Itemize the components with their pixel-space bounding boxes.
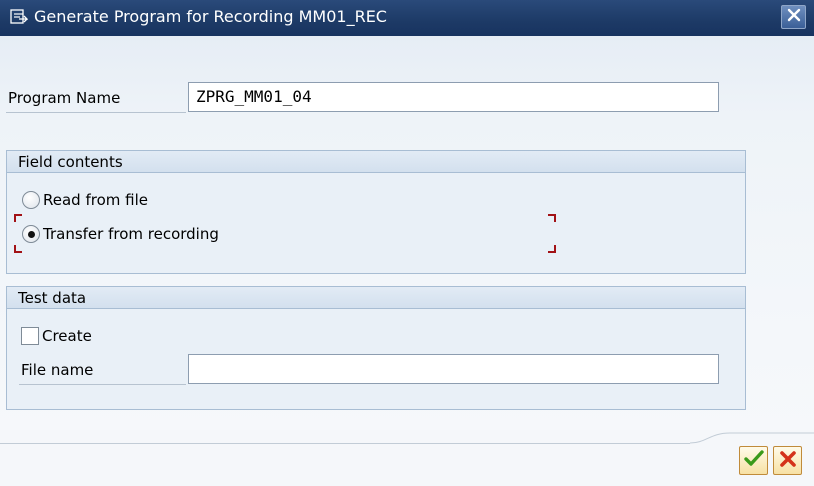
window-title: Generate Program for Recording MM01_REC <box>34 7 387 26</box>
title-bar: Generate Program for Recording MM01_REC <box>0 0 814 36</box>
divider <box>6 112 186 113</box>
field-contents-header: Field contents <box>7 151 745 173</box>
test-data-title: Test data <box>18 289 87 307</box>
read-from-file-radio[interactable] <box>22 191 40 209</box>
file-name-label: File name <box>21 361 94 379</box>
focus-marker <box>548 245 556 253</box>
cancel-button[interactable] <box>773 446 802 475</box>
file-name-input[interactable] <box>188 354 719 384</box>
confirm-button[interactable] <box>739 446 768 475</box>
close-button[interactable] <box>781 5 806 29</box>
checkmark-icon <box>743 449 764 472</box>
focus-marker <box>548 214 556 222</box>
program-name-input[interactable]: ZPRG_MM01_04 <box>188 82 719 112</box>
transfer-from-recording-label[interactable]: Transfer from recording <box>43 225 219 243</box>
field-contents-title: Field contents <box>18 153 123 171</box>
read-from-file-label[interactable]: Read from file <box>43 191 148 209</box>
focus-marker <box>14 245 22 253</box>
close-icon <box>787 8 801 26</box>
radio-selected-dot <box>28 231 35 238</box>
program-generate-icon <box>10 9 29 25</box>
footer-divider-curve <box>690 432 814 444</box>
test-data-header: Test data <box>7 287 745 309</box>
create-label[interactable]: Create <box>42 327 92 345</box>
field-contents-group: Field contents <box>6 150 746 274</box>
focus-marker <box>14 214 22 222</box>
transfer-from-recording-radio[interactable] <box>22 225 40 243</box>
divider <box>19 384 186 385</box>
footer-divider <box>0 443 690 444</box>
cancel-x-icon <box>779 450 797 472</box>
test-data-group: Test data <box>6 286 746 410</box>
create-checkbox[interactable] <box>21 327 39 345</box>
program-name-label: Program Name <box>8 89 121 107</box>
